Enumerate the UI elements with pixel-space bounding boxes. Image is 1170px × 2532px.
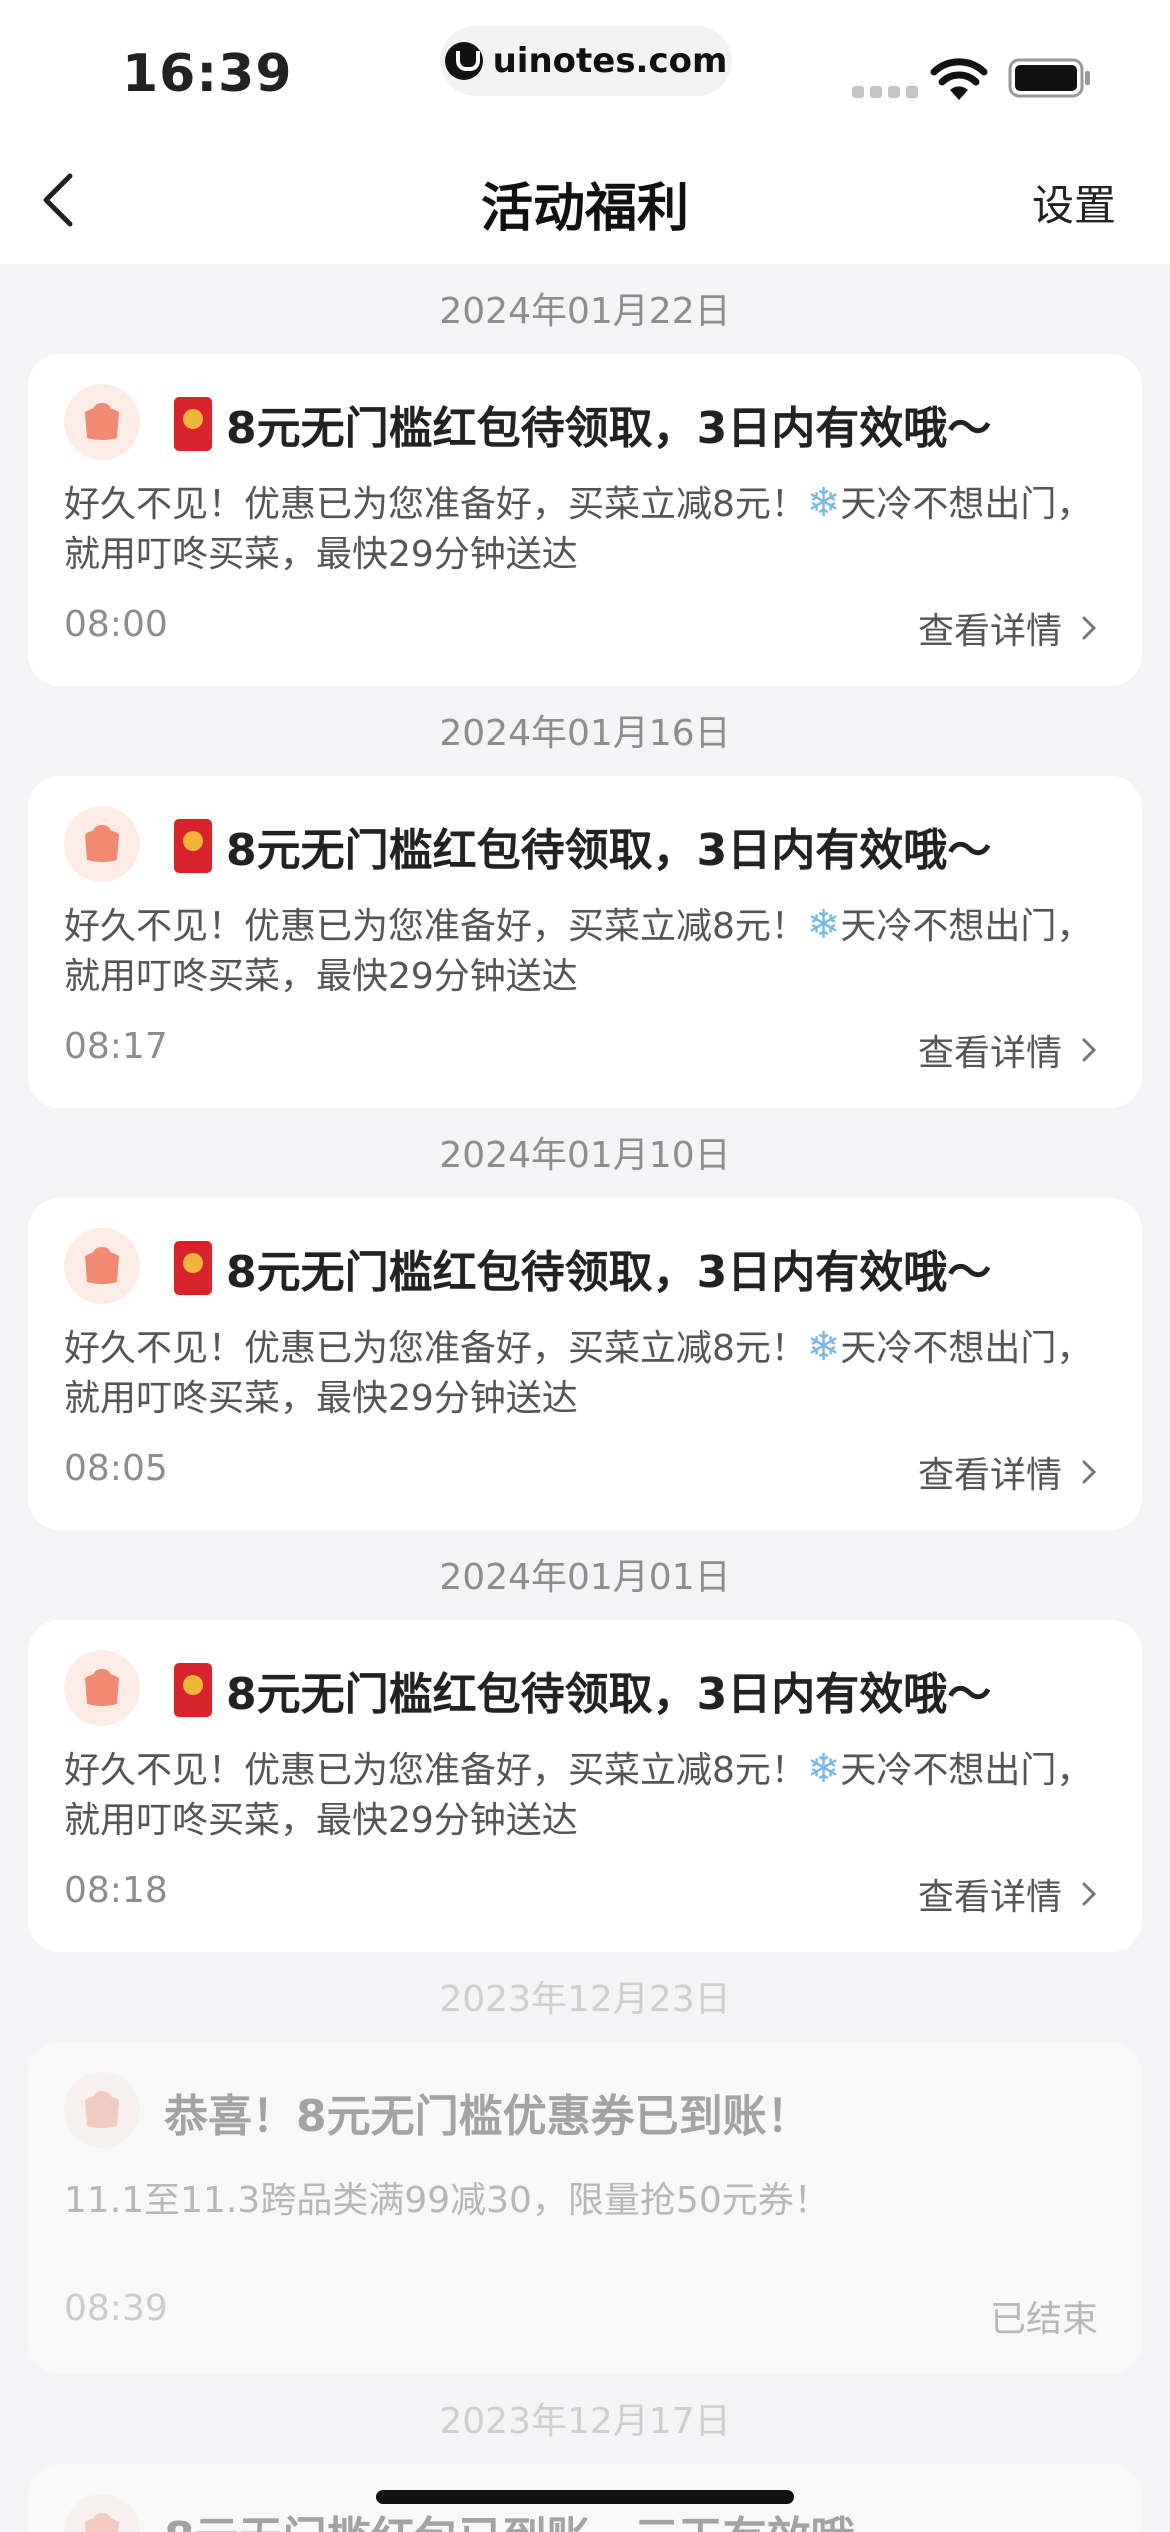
card-title-text: 8元无门槛红包待领取，3日内有效哦～ [226,1247,992,1298]
avatar [64,1650,140,1726]
chevron-right-icon [1082,616,1097,640]
shop-bag-icon [85,2090,119,2128]
view-details-link[interactable]: 查看详情 [918,1868,1098,1920]
card-title: 恭喜！8元无门槛优惠券已到账！ [164,2080,811,2144]
wifi-icon [930,58,988,100]
card-body: 好久不见！优惠已为您准备好，买菜立减8元！❄天冷不想出门，就用叮咚买菜，最快29… [64,1322,1114,1424]
date-label: 2023年12月23日 [439,1979,731,2020]
card-body: 好久不见！优惠已为您准备好，买菜立减8元！❄天冷不想出门，就用叮咚买菜，最快29… [64,900,1114,1002]
battery-icon [1008,58,1090,98]
card-title-text: 8元无门槛红包已到账，三天有效哦 [164,2502,855,2532]
card-title: 8元无门槛红包待领取，3日内有效哦～ [174,814,991,878]
card-title: 8元无门槛红包待领取，3日内有效哦～ [174,392,991,456]
card-body-text: 好久不见！优惠已为您准备好，买菜立减8元！ [64,906,807,947]
card-body: 好久不见！优惠已为您准备好，买菜立减8元！❄天冷不想出门，就用叮咚买菜，最快29… [64,1744,1114,1846]
date-label: 2024年01月16日 [439,713,731,754]
status-time: 16:39 [122,44,293,104]
url-pill[interactable]: uinotes.com [440,26,732,96]
card-time: 08:18 [64,1870,168,1911]
snowflake-icon: ❄ [806,480,841,526]
settings-button[interactable]: 设置 [1032,172,1116,233]
card-title-text: 8元无门槛红包待领取，3日内有效哦～ [226,403,992,454]
card-time: 08:05 [64,1448,168,1489]
card-time: 08:17 [64,1026,168,1067]
snowflake-icon: ❄ [806,1324,841,1370]
shop-bag-icon [85,2512,119,2532]
date-label: 2024年01月10日 [439,1135,731,1176]
red-packet-icon [174,819,212,873]
card-body-text: 好久不见！优惠已为您准备好，买菜立减8元！ [64,484,807,525]
red-packet-icon [174,397,212,451]
chevron-right-icon [1082,1882,1097,1906]
date-label: 2023年12月17日 [439,2401,731,2442]
site-logo-icon [444,42,483,80]
avatar [64,2072,140,2148]
avatar [64,806,140,882]
view-details-label: 查看详情 [917,1877,1062,1918]
view-details-label: 查看详情 [917,1455,1062,1496]
date-label: 2024年01月22日 [439,291,731,332]
avatar [64,2494,140,2532]
view-details-label: 查看详情 [917,1033,1062,1074]
date-label: 2024年01月01日 [439,1557,731,1598]
nav-bar: 活动福利 设置 [0,130,1170,264]
expired-status: 已结束 [990,2290,1098,2342]
chevron-right-icon [1082,1460,1097,1484]
red-packet-icon [174,1241,212,1295]
signal-dots-icon [852,86,918,98]
shop-bag-icon [85,402,119,440]
status-bar: 16:39 uinotes.com [0,0,1170,130]
home-indicator [376,2490,794,2504]
card-body-text: 好久不见！优惠已为您准备好，买菜立减8元！ [64,1328,807,1369]
message-card-expired[interactable]: 恭喜！8元无门槛优惠券已到账！ 11.1至11.3跨品类满99减30，限量抢50… [28,2042,1142,2374]
avatar [64,384,140,460]
card-body: 11.1至11.3跨品类满99减30，限量抢50元券！ [64,2180,830,2221]
view-details-link[interactable]: 查看详情 [918,1446,1098,1498]
card-time: 08:39 [64,2288,168,2329]
url-text: uinotes.com [492,41,728,81]
card-title-text: 8元无门槛红包待领取，3日内有效哦～ [226,825,992,876]
shop-bag-icon [85,824,119,862]
message-card[interactable]: 8元无门槛红包待领取，3日内有效哦～ 好久不见！优惠已为您准备好，买菜立减8元！… [28,1198,1142,1530]
chevron-right-icon [1082,1038,1097,1062]
card-title: 8元无门槛红包已到账，三天有效哦 [164,2502,855,2532]
snowflake-icon: ❄ [806,902,841,948]
view-details-label: 查看详情 [917,611,1062,652]
card-body: 好久不见！优惠已为您准备好，买菜立减8元！❄天冷不想出门，就用叮咚买菜，最快29… [64,478,1114,580]
card-time: 08:00 [64,604,168,645]
message-card[interactable]: 8元无门槛红包待领取，3日内有效哦～ 好久不见！优惠已为您准备好，买菜立减8元！… [28,1620,1142,1952]
page-title: 活动福利 [480,179,689,239]
message-card[interactable]: 8元无门槛红包待领取，3日内有效哦～ 好久不见！优惠已为您准备好，买菜立减8元！… [28,776,1142,1108]
message-feed[interactable]: 2024年01月22日 8元无门槛红包待领取，3日内有效哦～ 好久不见！优惠已为… [0,264,1170,2532]
shop-bag-icon [85,1246,119,1284]
expired-label: 已结束 [989,2299,1098,2340]
card-title: 8元无门槛红包待领取，3日内有效哦～ [174,1658,991,1722]
card-title-text: 恭喜！8元无门槛优惠券已到账！ [164,2091,811,2142]
red-packet-icon [174,1663,212,1717]
card-title-text: 8元无门槛红包待领取，3日内有效哦～ [226,1669,992,1720]
shop-bag-icon [85,1668,119,1706]
card-body-text: 好久不见！优惠已为您准备好，买菜立减8元！ [64,1750,807,1791]
message-card[interactable]: 8元无门槛红包待领取，3日内有效哦～ 好久不见！优惠已为您准备好，买菜立减8元！… [28,354,1142,686]
view-details-link[interactable]: 查看详情 [918,602,1098,654]
avatar [64,1228,140,1304]
view-details-link[interactable]: 查看详情 [918,1024,1098,1076]
card-title: 8元无门槛红包待领取，3日内有效哦～ [174,1236,991,1300]
snowflake-icon: ❄ [806,1746,841,1792]
